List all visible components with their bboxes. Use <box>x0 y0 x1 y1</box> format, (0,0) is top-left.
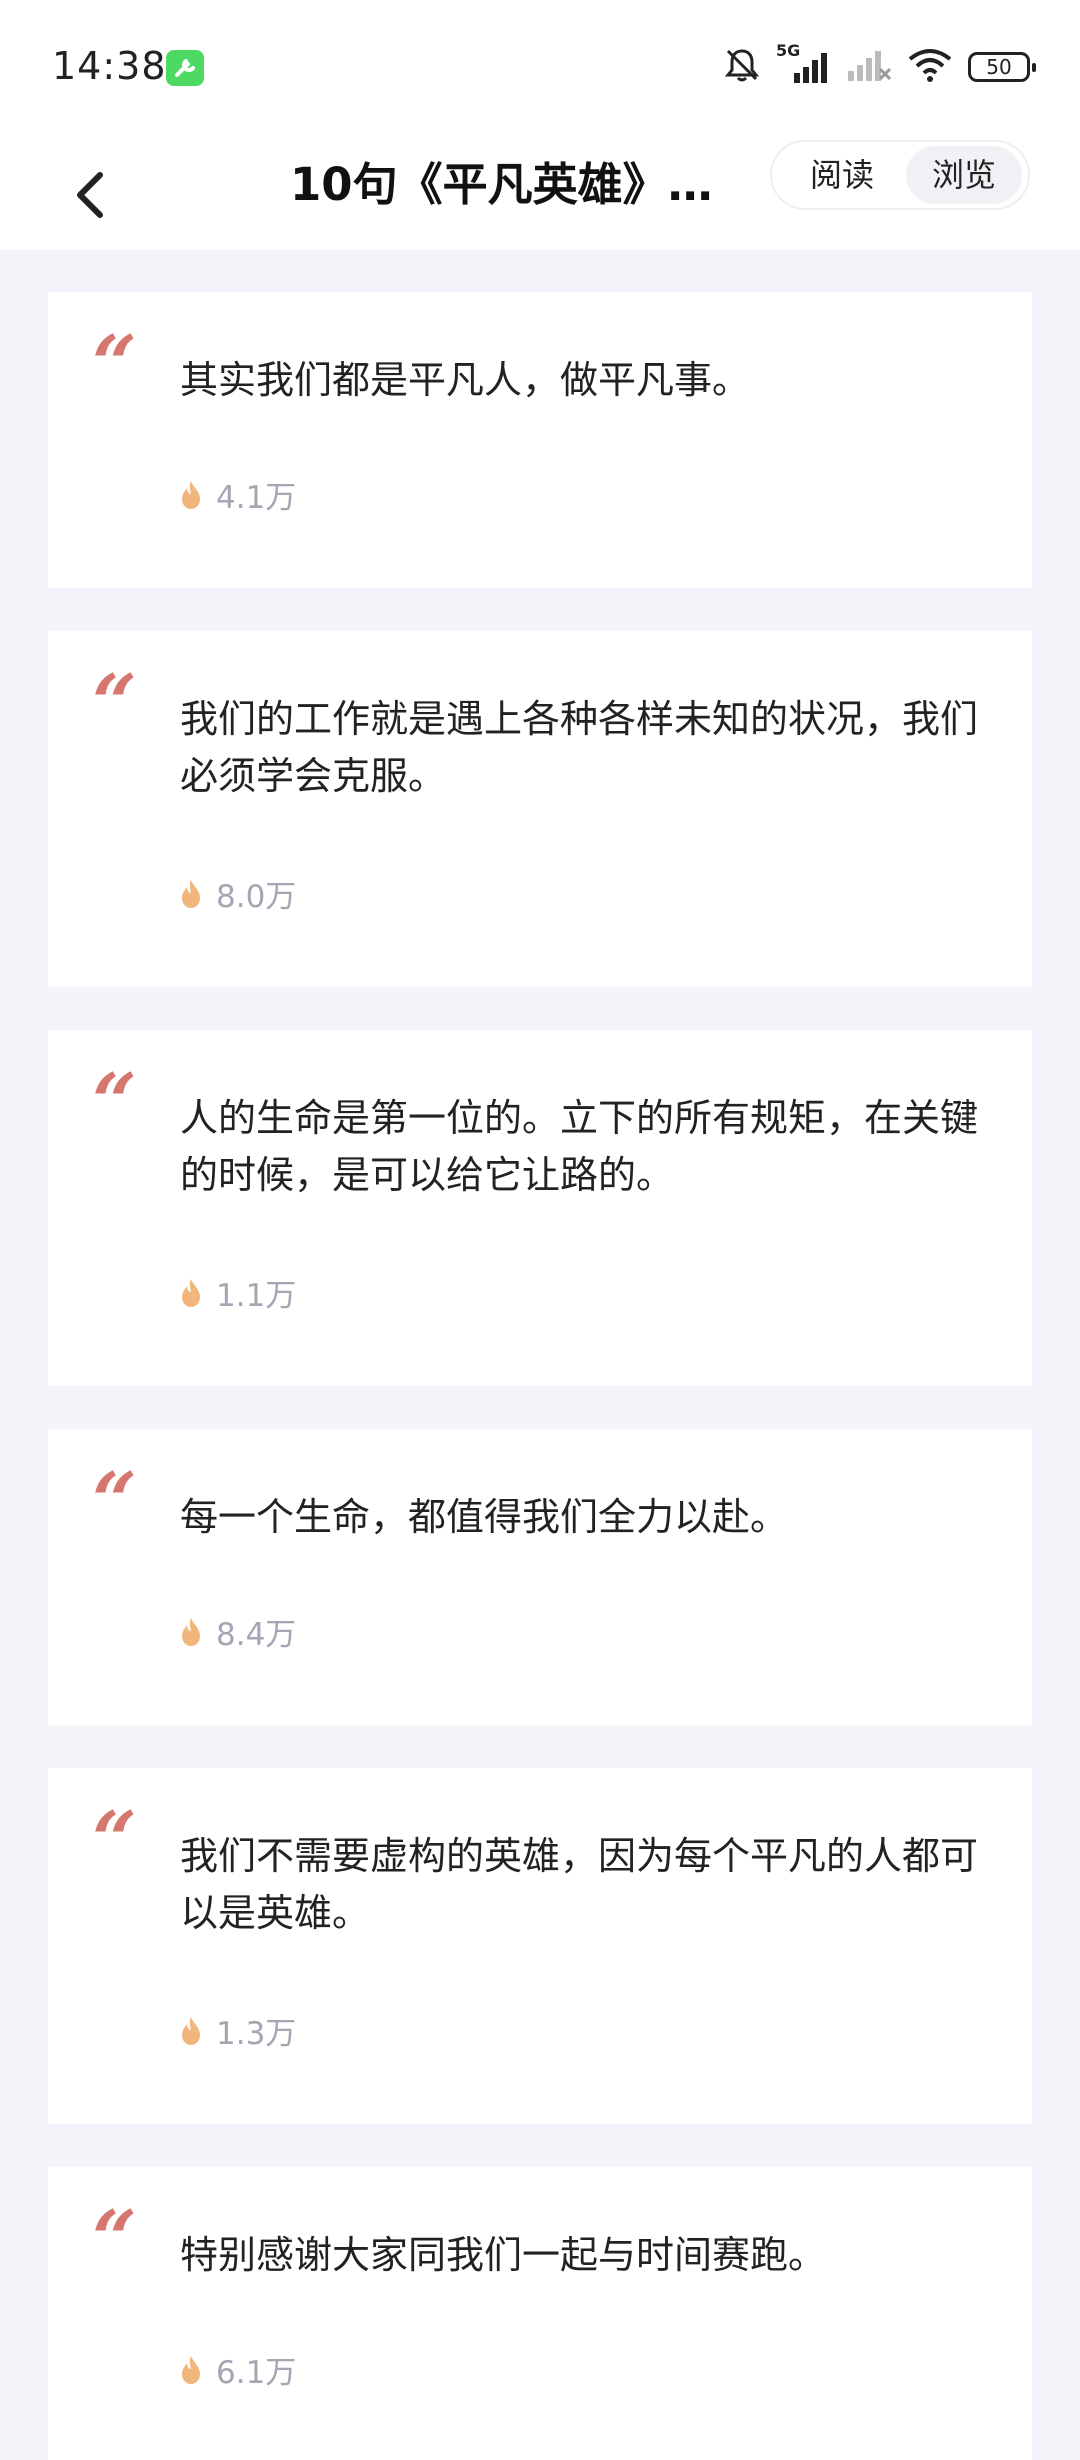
quote-text: 我们的工作就是遇上各种各样未知的状况，我们必须学会克服。 <box>180 697 979 798</box>
heat-stat: 1.3万 <box>178 2008 296 2053</box>
flame-icon <box>182 480 200 509</box>
flame-icon <box>182 2016 200 2045</box>
page-title: 10句《平凡英雄》经… <box>290 158 750 211</box>
heat-count: 8.0万 <box>216 879 297 915</box>
flame-icon <box>182 1278 200 1307</box>
quote-mark-icon: “ <box>92 319 137 410</box>
flame-icon <box>182 879 200 908</box>
status-time: 14:38 <box>52 44 167 88</box>
flame-icon <box>182 2355 200 2384</box>
chevron-left-icon <box>77 172 103 218</box>
heat-stat: 1.1万 <box>178 1270 296 1315</box>
quote-mark-icon: “ <box>92 1057 137 1148</box>
tab-browse[interactable]: 浏览 <box>906 146 1022 204</box>
quote-card[interactable]: “ 特别感谢大家同我们一起与时间赛跑。 6.1万 <box>48 2167 1032 2460</box>
nav-bar: 10句《平凡英雄》经… 阅读 浏览 <box>0 135 1080 250</box>
heat-count: 1.3万 <box>216 2016 297 2052</box>
quote-mark-icon: “ <box>92 658 137 749</box>
heat-count: 6.1万 <box>216 2355 297 2391</box>
quote-mark-icon: “ <box>92 2194 137 2285</box>
view-mode-toggle: 阅读 浏览 <box>770 140 1030 210</box>
battery-icon: 50 <box>968 52 1036 82</box>
quote-text: 我们不需要虚构的英雄，因为每个平凡的人都可以是英雄。 <box>180 1834 979 1935</box>
status-bar: 14:38 5G 50 <box>0 0 1080 135</box>
wifi-icon <box>906 45 954 89</box>
heat-stat: 6.1万 <box>178 2347 296 2392</box>
tab-read[interactable]: 阅读 <box>784 146 900 204</box>
mute-icon <box>722 45 762 89</box>
quote-card[interactable]: “ 其实我们都是平凡人，做平凡事。 4.1万 <box>48 292 1032 588</box>
quote-mark-icon: “ <box>92 1795 137 1886</box>
quote-card[interactable]: “ 每一个生命，都值得我们全力以赴。 8.4万 <box>48 1429 1032 1725</box>
heat-stat: 4.1万 <box>178 472 296 517</box>
status-icons: 5G 50 <box>722 41 1036 90</box>
quote-card[interactable]: “ 人的生命是第一位的。立下的所有规矩，在关键的时候，是可以给它让路的。 1.1… <box>48 1030 1032 1386</box>
quote-text: 每一个生命，都值得我们全力以赴。 <box>180 1495 789 1539</box>
quote-card[interactable]: “ 我们不需要虚构的英雄，因为每个平凡的人都可以是英雄。 1.3万 <box>48 1768 1032 2124</box>
heat-count: 8.4万 <box>216 1617 297 1653</box>
signal-empty-icon <box>846 45 892 89</box>
heat-stat: 8.0万 <box>178 871 296 916</box>
back-button[interactable] <box>50 155 130 235</box>
flame-icon <box>182 1617 200 1646</box>
heat-count: 1.1万 <box>216 1278 297 1314</box>
quote-text: 人的生命是第一位的。立下的所有规矩，在关键的时候，是可以给它让路的。 <box>180 1096 979 1197</box>
quote-card[interactable]: “ 我们的工作就是遇上各种各样未知的状况，我们必须学会克服。 8.0万 <box>48 631 1032 987</box>
quote-text: 其实我们都是平凡人，做平凡事。 <box>180 358 751 402</box>
heat-count: 4.1万 <box>216 480 297 516</box>
quote-text: 特别感谢大家同我们一起与时间赛跑。 <box>180 2233 827 2277</box>
heat-stat: 8.4万 <box>178 1609 296 1654</box>
app-notification-icon <box>166 50 204 86</box>
quote-mark-icon: “ <box>92 1456 137 1547</box>
signal-5g-icon: 5G <box>776 41 832 87</box>
